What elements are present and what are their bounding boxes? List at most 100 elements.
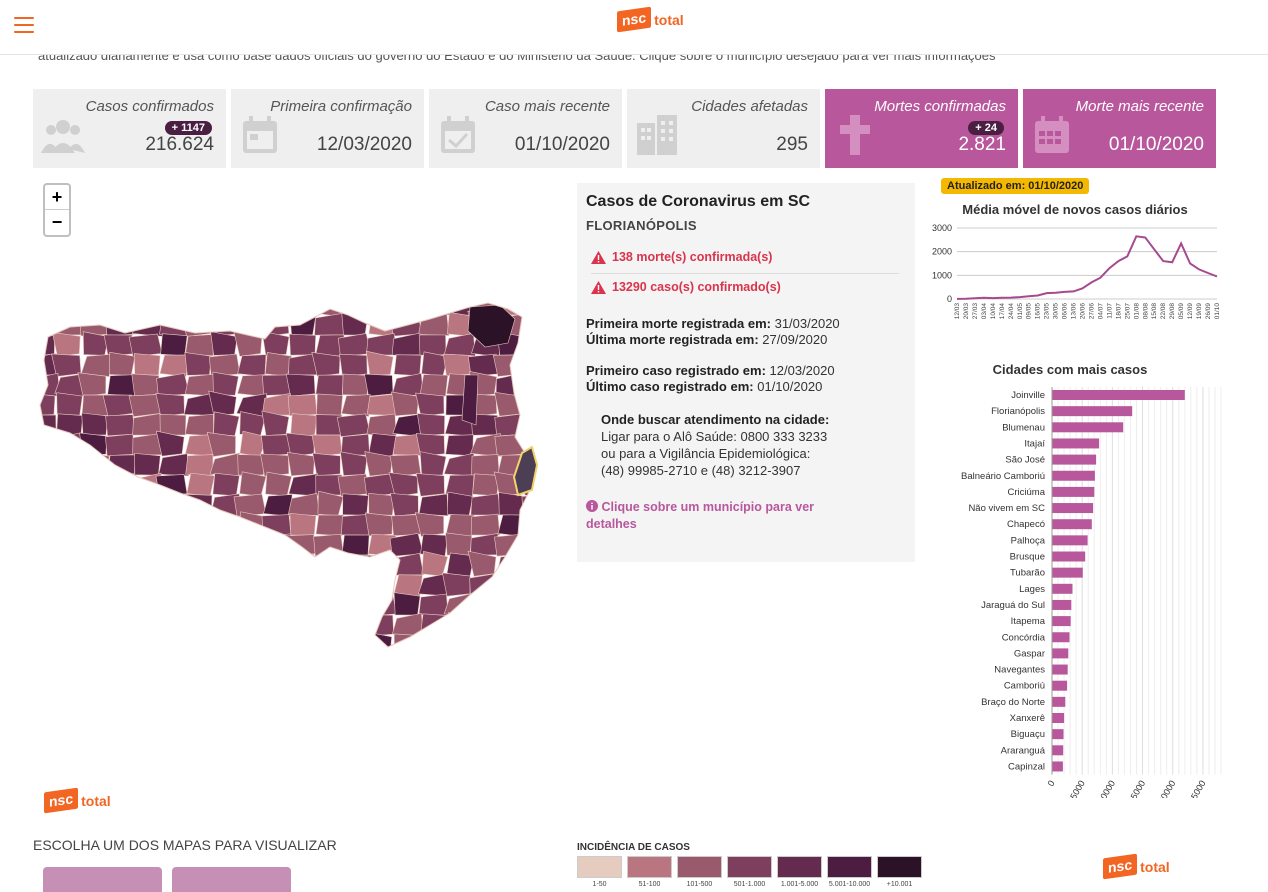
municipality-region[interactable]	[106, 532, 134, 556]
municipality-region[interactable]	[207, 295, 242, 317]
municipality-region[interactable]	[368, 493, 395, 516]
municipality-region[interactable]	[518, 532, 548, 557]
footer-logo-left[interactable]: nsc total	[44, 787, 111, 814]
municipality-region[interactable]	[549, 454, 560, 475]
municipality-region[interactable]	[364, 512, 393, 537]
municipality-region[interactable]	[523, 334, 551, 356]
municipality-region[interactable]	[132, 571, 160, 596]
municipality-region[interactable]	[443, 332, 476, 357]
municipality-region[interactable]	[56, 512, 83, 536]
municipality-region[interactable]	[341, 614, 370, 637]
municipality-region[interactable]	[290, 413, 318, 437]
municipality-region[interactable]	[79, 552, 113, 576]
menu-icon[interactable]	[14, 17, 34, 35]
municipality-region[interactable]	[496, 553, 527, 577]
municipality-region[interactable]	[315, 374, 344, 397]
municipality-region[interactable]	[186, 472, 215, 497]
municipality-region[interactable]	[30, 333, 55, 357]
municipality-region[interactable]	[239, 471, 267, 497]
municipality-region[interactable]	[261, 634, 291, 655]
municipality-region[interactable]	[547, 433, 560, 455]
municipality-region[interactable]	[159, 314, 188, 337]
municipality-region[interactable]	[30, 314, 57, 336]
zoom-out-button[interactable]: −	[45, 210, 69, 235]
municipality-region[interactable]	[106, 295, 134, 316]
municipality-region[interactable]	[239, 511, 266, 537]
municipality-region[interactable]	[211, 571, 239, 596]
municipality-region[interactable]	[312, 452, 341, 477]
municipality-region[interactable]	[237, 550, 265, 576]
footer-logo-right[interactable]: nsc total	[1103, 853, 1170, 880]
municipality-region[interactable]	[287, 492, 320, 516]
municipality-region[interactable]	[263, 494, 293, 517]
municipality-region[interactable]	[238, 312, 266, 337]
municipality-region[interactable]	[105, 552, 138, 576]
municipality-region[interactable]	[287, 592, 321, 616]
municipality-region[interactable]	[234, 593, 268, 617]
municipality-region[interactable]	[287, 451, 316, 477]
municipality-region[interactable]	[390, 493, 419, 517]
municipality-region[interactable]	[30, 634, 58, 655]
municipality-region[interactable]	[131, 373, 160, 397]
municipality-region[interactable]	[53, 295, 82, 317]
municipality-region[interactable]	[546, 415, 560, 437]
municipality-region[interactable]	[235, 532, 268, 556]
municipality-region[interactable]	[233, 295, 264, 317]
municipality-region[interactable]	[391, 391, 420, 417]
municipality-region[interactable]	[77, 533, 112, 557]
municipality-region[interactable]	[520, 611, 548, 637]
municipality-region[interactable]	[260, 453, 290, 477]
sc-choropleth-map[interactable]	[30, 295, 560, 655]
municipality-region[interactable]	[418, 334, 447, 356]
municipality-region[interactable]	[30, 513, 59, 536]
municipality-region[interactable]	[160, 491, 189, 517]
municipality-region[interactable]	[469, 573, 502, 597]
municipality-region[interactable]	[341, 311, 369, 336]
municipality-region[interactable]	[106, 593, 137, 616]
municipality-region[interactable]	[156, 372, 190, 397]
municipality-region[interactable]	[313, 533, 344, 557]
municipality-region[interactable]	[522, 295, 551, 316]
municipality-region[interactable]	[550, 312, 560, 336]
municipality-region[interactable]	[79, 473, 112, 497]
municipality-region[interactable]	[237, 454, 265, 476]
municipality-region[interactable]	[157, 295, 188, 317]
municipality-region[interactable]	[522, 573, 552, 596]
municipality-region[interactable]	[30, 572, 60, 597]
municipality-region[interactable]	[185, 454, 214, 476]
municipality-region[interactable]	[81, 412, 109, 436]
municipality-region[interactable]	[185, 493, 213, 516]
municipality-region[interactable]	[210, 331, 238, 356]
municipality-region[interactable]	[550, 353, 560, 375]
municipality-region[interactable]	[391, 612, 424, 637]
municipality-region[interactable]	[154, 574, 188, 597]
municipality-region[interactable]	[30, 553, 60, 577]
municipality-region[interactable]	[546, 494, 560, 516]
municipality-region[interactable]	[285, 373, 316, 397]
municipality-region[interactable]	[129, 633, 162, 655]
municipality-region[interactable]	[105, 512, 138, 536]
municipality-region[interactable]	[472, 592, 500, 616]
municipality-region[interactable]	[82, 593, 110, 617]
municipality-region[interactable]	[549, 614, 560, 636]
map-thumbnail-2[interactable]	[172, 867, 291, 892]
municipality-region[interactable]	[393, 592, 421, 616]
municipality-region[interactable]	[56, 592, 85, 617]
municipality-region[interactable]	[261, 514, 292, 537]
municipality-region[interactable]	[30, 295, 57, 316]
municipality-region[interactable]	[366, 393, 396, 416]
municipality-region[interactable]	[106, 573, 138, 596]
municipality-region[interactable]	[133, 353, 161, 376]
municipality-region[interactable]	[77, 372, 107, 397]
municipality-region[interactable]	[265, 550, 292, 576]
municipality-region[interactable]	[522, 553, 553, 576]
municipality-region[interactable]	[446, 612, 474, 637]
municipality-region[interactable]	[105, 433, 137, 457]
municipality-region[interactable]	[77, 295, 112, 317]
municipality-region[interactable]	[261, 330, 290, 356]
municipality-region[interactable]	[160, 512, 189, 537]
municipality-region[interactable]	[132, 533, 164, 556]
municipality-region[interactable]	[492, 354, 525, 377]
municipality-region[interactable]	[316, 553, 345, 577]
municipality-region[interactable]	[548, 554, 560, 576]
